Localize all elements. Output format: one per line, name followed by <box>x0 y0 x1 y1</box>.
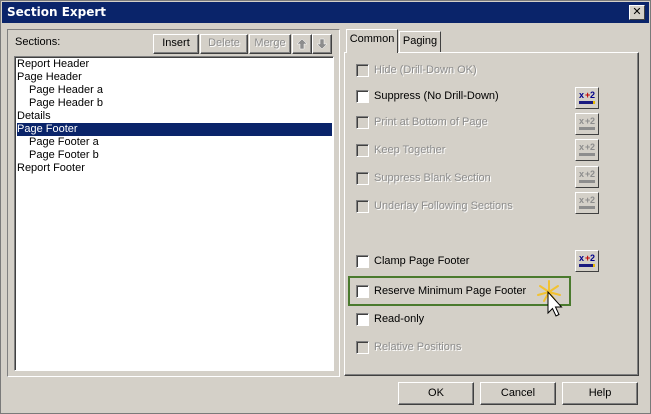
window-title: Section Expert <box>7 5 107 19</box>
checkbox[interactable] <box>356 90 369 103</box>
ok-button[interactable]: OK <box>398 382 474 405</box>
option-label: Suppress Blank Section <box>374 172 491 184</box>
list-item[interactable]: Report Header <box>17 58 332 71</box>
svg-text:2: 2 <box>590 116 595 126</box>
checkbox[interactable] <box>356 116 369 129</box>
svg-text:x: x <box>579 116 584 126</box>
move-up-button[interactable] <box>292 34 312 54</box>
svg-text:x: x <box>579 169 584 179</box>
merge-button[interactable]: Merge <box>249 34 291 54</box>
svg-text:x: x <box>579 90 584 100</box>
svg-text:2: 2 <box>590 169 595 179</box>
list-item[interactable]: Page Header a <box>17 84 332 97</box>
arrow-up-icon <box>296 38 308 50</box>
option-label: Keep Together <box>374 144 446 156</box>
svg-text:x: x <box>579 253 584 263</box>
list-item[interactable]: Page Header b <box>17 97 332 110</box>
list-item[interactable]: Report Footer <box>17 162 332 175</box>
formula-icon: x + 2 <box>579 116 595 130</box>
list-item-label: Page Header <box>17 71 82 83</box>
svg-text:2: 2 <box>590 90 595 100</box>
checkbox[interactable] <box>356 255 369 268</box>
list-item-label: Details <box>17 110 51 122</box>
option-label: Suppress (No Drill-Down) <box>374 90 499 102</box>
checkbox[interactable] <box>356 341 369 354</box>
option-label: Print at Bottom of Page <box>374 116 488 128</box>
close-icon: ✕ <box>632 5 642 18</box>
svg-text:x: x <box>579 195 584 205</box>
formula-button-clamp[interactable]: x + 2 <box>575 250 599 272</box>
title-bar[interactable]: Section Expert ✕ <box>2 2 649 23</box>
formula-icon: x + 2 <box>579 90 595 104</box>
list-item-selected[interactable]: Page Footer <box>17 123 332 136</box>
formula-icon: x + 2 <box>579 253 595 267</box>
svg-text:2: 2 <box>590 142 595 152</box>
option-label: Relative Positions <box>374 341 462 353</box>
cancel-button[interactable]: Cancel <box>480 382 556 405</box>
list-item-label: Page Footer a <box>29 136 99 148</box>
close-button[interactable]: ✕ <box>629 5 645 20</box>
option-label: Clamp Page Footer <box>374 255 470 267</box>
checkbox[interactable] <box>356 64 369 77</box>
arrow-down-icon <box>316 38 328 50</box>
formula-icon: x + 2 <box>579 169 595 183</box>
formula-icon: x + 2 <box>579 142 595 156</box>
list-item[interactable]: Page Footer b <box>17 149 332 162</box>
option-label: Read-only <box>374 313 425 325</box>
checkbox[interactable] <box>356 313 369 326</box>
option-label: Underlay Following Sections <box>374 200 513 212</box>
move-down-button[interactable] <box>312 34 332 54</box>
svg-text:2: 2 <box>590 195 595 205</box>
formula-button-print-at-bottom[interactable]: x + 2 <box>575 113 599 135</box>
svg-text:x: x <box>579 142 584 152</box>
tab-paging[interactable]: Paging <box>399 31 441 52</box>
option-label: Reserve Minimum Page Footer <box>374 285 527 297</box>
formula-button-underlay[interactable]: x + 2 <box>575 192 599 214</box>
formula-icon: x + 2 <box>579 195 595 209</box>
help-button[interactable]: Help <box>562 382 638 405</box>
checkbox[interactable] <box>356 285 369 298</box>
list-item[interactable]: Page Header <box>17 71 332 84</box>
formula-button-suppress[interactable]: x + 2 <box>575 87 599 109</box>
list-item-label: Page Header a <box>29 84 103 96</box>
section-expert-dialog: Section Expert ✕ Sections: Insert Delete… <box>0 0 651 414</box>
svg-text:2: 2 <box>590 253 595 263</box>
formula-button-suppress-blank[interactable]: x + 2 <box>575 166 599 188</box>
list-item-label: Report Footer <box>17 162 85 174</box>
option-label: Hide (Drill-Down OK) <box>374 64 477 76</box>
list-item[interactable]: Page Footer a <box>17 136 332 149</box>
checkbox[interactable] <box>356 172 369 185</box>
click-cursor-icon <box>537 280 563 317</box>
checkbox[interactable] <box>356 200 369 213</box>
formula-button-keep-together[interactable]: x + 2 <box>575 139 599 161</box>
list-item-label: Report Header <box>17 58 90 70</box>
list-item-label: Page Header b <box>29 97 103 109</box>
list-item-label: Page Footer b <box>29 149 99 161</box>
insert-button[interactable]: Insert <box>153 34 199 54</box>
tab-common[interactable]: Common <box>346 29 398 53</box>
list-item-label: Page Footer <box>17 123 78 135</box>
sections-list[interactable]: Report Header Page Header Page Header a … <box>14 56 334 371</box>
checkbox[interactable] <box>356 144 369 157</box>
list-item[interactable]: Details <box>17 110 332 123</box>
delete-button[interactable]: Delete <box>200 34 248 54</box>
sections-label: Sections: <box>15 36 61 48</box>
